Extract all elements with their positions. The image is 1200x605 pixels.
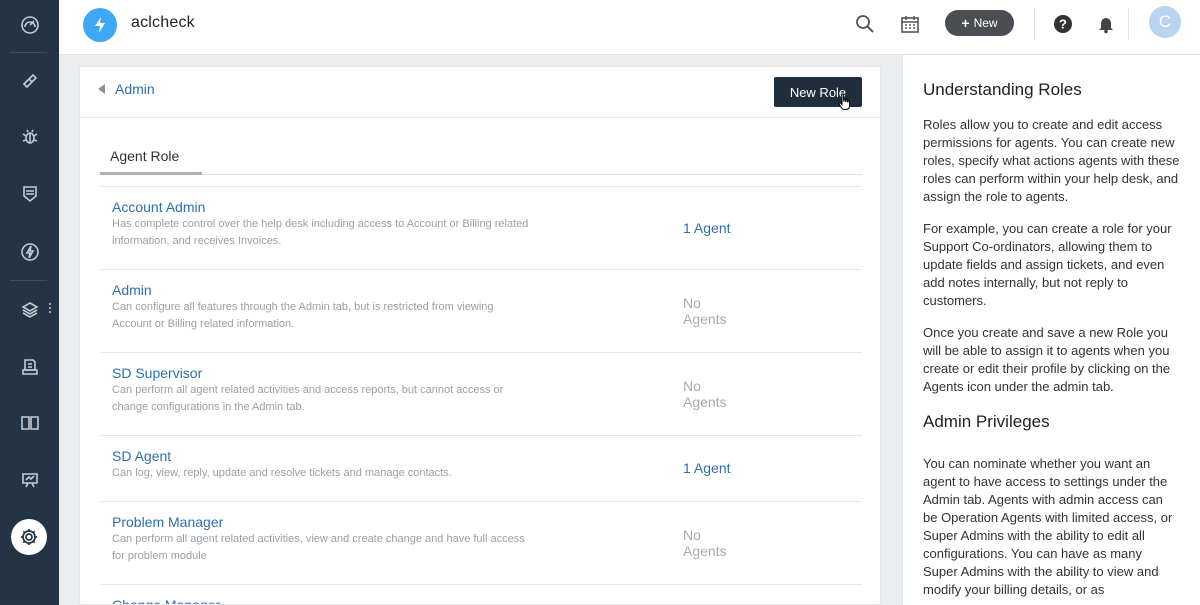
role-description: Has complete control over the help desk … [112, 218, 529, 247]
help-icon[interactable]: ? [1051, 12, 1075, 36]
breadcrumb-admin-link[interactable]: Admin [115, 81, 155, 97]
roles-list: Account Admin Has complete control over … [100, 186, 862, 604]
changes-icon[interactable] [0, 172, 59, 216]
left-sidebar [0, 0, 59, 605]
help-title-admin-privileges: Admin Privileges [923, 412, 1050, 431]
role-agent-count: No Agents [683, 378, 727, 410]
tickets-icon[interactable] [0, 59, 59, 103]
role-row-admin[interactable]: Admin Can configure all features through… [100, 269, 862, 352]
calendar-icon[interactable] [898, 12, 922, 36]
role-row-change-manager[interactable]: Change Manager [100, 584, 862, 604]
role-name[interactable]: SD Agent [112, 448, 850, 465]
role-row-sd-agent[interactable]: SD Agent Can log, view, reply, update an… [100, 435, 862, 501]
plus-icon: + [961, 15, 970, 31]
help-panel: Understanding Roles Roles allow you to c… [902, 55, 1200, 605]
admin-gear-icon[interactable] [11, 519, 47, 555]
new-button-label: New [973, 16, 998, 30]
main-panel: Admin New Role Agent Role Account Admin … [79, 66, 881, 605]
sidebar-divider [10, 280, 47, 281]
topbar-divider [1034, 8, 1035, 40]
help-paragraph: For example, you can create a role for y… [923, 221, 1172, 308]
role-name[interactable]: Account Admin [112, 199, 850, 216]
role-description: Can perform all agent related activities… [112, 384, 504, 413]
reports-icon[interactable] [0, 458, 59, 502]
avatar[interactable]: C [1149, 6, 1181, 38]
role-agent-count[interactable]: 1 Agent [683, 460, 731, 476]
problems-icon[interactable] [0, 115, 59, 159]
help-paragraph: Roles allow you to create and edit acces… [923, 117, 1180, 204]
role-description: Can configure all features through the A… [112, 301, 494, 330]
role-description: Can log, view, reply, update and resolve… [112, 467, 452, 479]
search-icon[interactable] [853, 12, 877, 36]
app-title: aclcheck [131, 14, 195, 31]
role-row-problem-manager[interactable]: Problem Manager Can perform all agent re… [100, 501, 862, 584]
help-paragraph: You can nominate whether you want an age… [923, 456, 1173, 597]
solutions-icon[interactable] [0, 401, 59, 445]
hand-cursor-icon [838, 93, 851, 110]
breadcrumb-back[interactable]: Admin [98, 81, 155, 97]
role-agent-count: No Agents [683, 295, 727, 327]
svg-text:?: ? [1059, 17, 1067, 32]
help-paragraph: Once you create and save a new Role you … [923, 325, 1171, 394]
role-row-sd-supervisor[interactable]: SD Supervisor Can perform all agent rela… [100, 352, 862, 435]
back-arrow-icon [98, 84, 105, 94]
app-logo-icon[interactable] [83, 8, 117, 42]
role-name[interactable]: Change Manager [112, 597, 850, 604]
tab-agent-role[interactable]: Agent Role [100, 145, 202, 175]
main-header: Admin New Role [80, 67, 880, 118]
sidebar-divider [10, 52, 47, 53]
dashboard-icon[interactable] [0, 3, 59, 47]
new-button[interactable]: + New [945, 10, 1014, 36]
more-options-icon[interactable] [49, 301, 53, 315]
role-description: Can perform all agent related activities… [112, 533, 525, 562]
help-title-understanding-roles: Understanding Roles [923, 80, 1082, 99]
contracts-icon[interactable] [0, 345, 59, 389]
releases-icon[interactable] [0, 230, 59, 274]
role-agent-count[interactable]: 1 Agent [683, 220, 731, 236]
top-bar: aclcheck + New ? C [59, 0, 1200, 55]
notifications-bell-icon[interactable] [1094, 12, 1118, 36]
topbar-divider [1128, 8, 1129, 40]
role-tabs: Agent Role [100, 145, 862, 175]
role-row-account-admin[interactable]: Account Admin Has complete control over … [100, 186, 862, 269]
role-agent-count: No Agents [683, 527, 727, 559]
